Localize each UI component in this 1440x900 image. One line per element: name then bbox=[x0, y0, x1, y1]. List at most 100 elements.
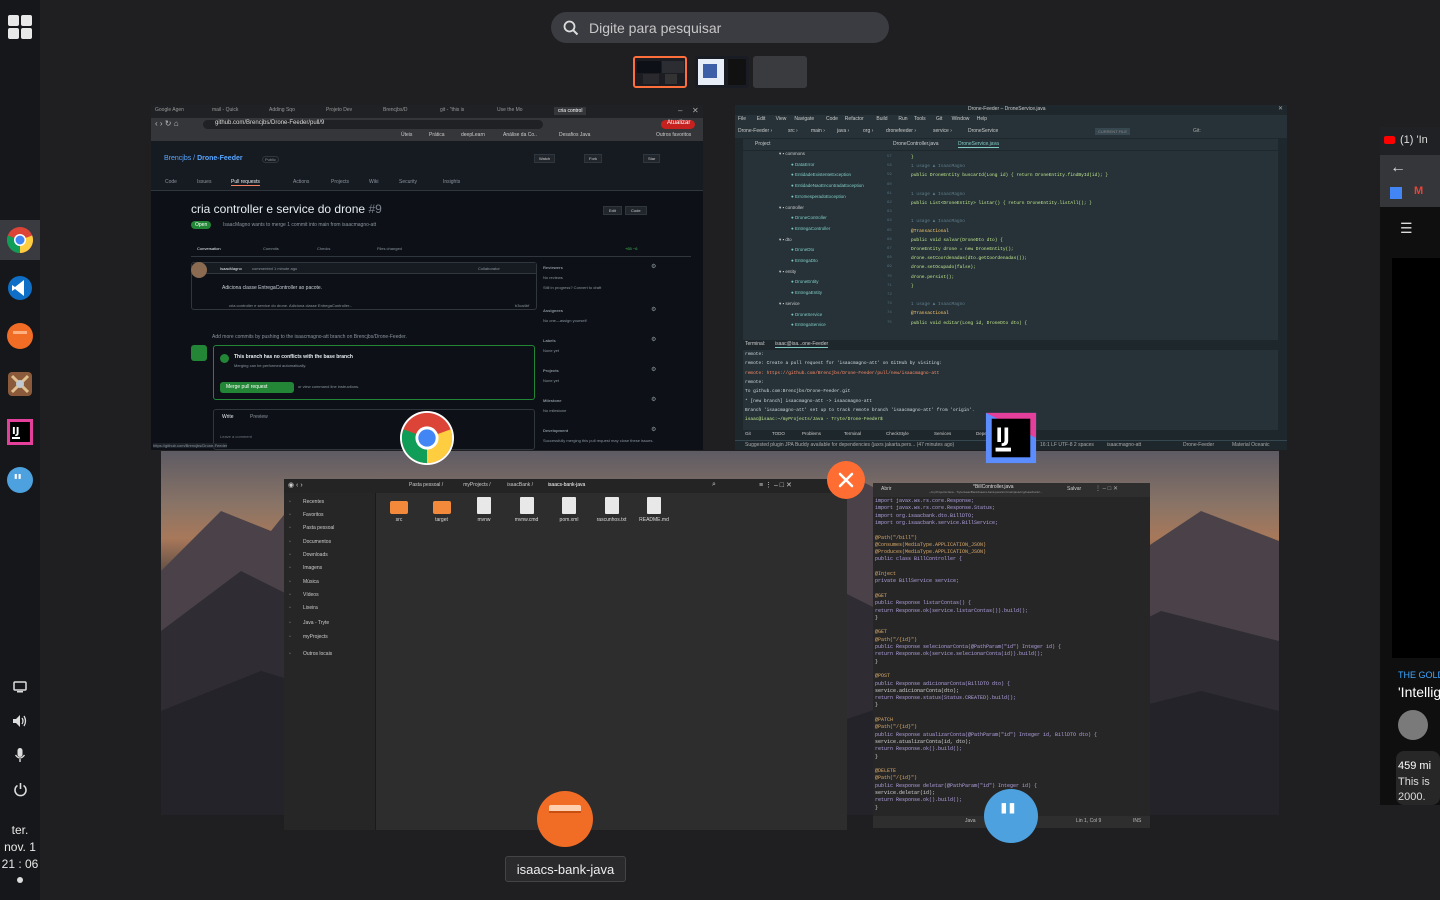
tree-folder[interactable]: ▾ ▪ service bbox=[779, 301, 800, 307]
sidebar-item[interactable]: Música bbox=[303, 579, 319, 585]
tree-file[interactable]: ● DroneDto bbox=[791, 247, 814, 252]
menu-item[interactable]: Window bbox=[952, 116, 970, 122]
sidebar-item[interactable]: myProjects bbox=[303, 634, 328, 640]
text-editor-window[interactable]: Abrir *BillController.java ~/myProjects/… bbox=[873, 483, 1150, 828]
repo-tab[interactable]: Insights bbox=[443, 179, 460, 185]
bookmark-item[interactable]: Outros favoritos bbox=[656, 132, 691, 138]
repo-tab[interactable]: Code bbox=[165, 179, 177, 185]
tree-file[interactable]: ● ErroInesperadoException bbox=[791, 194, 846, 199]
sidebar-extra[interactable]: Still in progress? Convert to draft bbox=[543, 285, 601, 290]
avatar[interactable] bbox=[191, 262, 207, 278]
status-project[interactable]: Drone-Feeder bbox=[1183, 442, 1214, 448]
menu-item[interactable]: Build bbox=[876, 116, 887, 122]
pr-tab[interactable]: Commits bbox=[263, 246, 279, 251]
pr-edit-button[interactable]: Edit bbox=[603, 206, 622, 215]
path-segment[interactable]: isaacBank / bbox=[507, 482, 533, 488]
pr-code-button[interactable]: Code bbox=[625, 206, 647, 215]
tree-file[interactable]: ● EntregaDto bbox=[791, 258, 818, 263]
bookmark-item[interactable]: deepLearn bbox=[461, 132, 485, 138]
gear-icon[interactable]: ⚙ bbox=[651, 426, 656, 433]
menu-item[interactable]: Code bbox=[826, 116, 838, 122]
git-label[interactable]: Git: bbox=[1193, 128, 1201, 134]
sidebar-item[interactable]: Outros locais bbox=[303, 651, 332, 657]
file-name[interactable]: target bbox=[427, 517, 457, 523]
merge-hint[interactable]: or view command line instructions. bbox=[298, 384, 359, 389]
youtube-window[interactable]: (1) 'In ← M ☰ THE GOLD 'Intellig 459 mi … bbox=[1380, 127, 1440, 805]
video-player[interactable] bbox=[1392, 258, 1440, 658]
menu-icon[interactable]: ⋮ – □ ✕ bbox=[1095, 485, 1118, 492]
status-message[interactable]: Suggested plugin JPA Buddy available for… bbox=[745, 442, 954, 448]
sidebar-heading[interactable]: Projects bbox=[543, 368, 559, 373]
sidebar-item[interactable]: Lixeira bbox=[303, 605, 318, 611]
avatar[interactable] bbox=[1398, 710, 1428, 740]
workspace-thumb-3[interactable] bbox=[753, 56, 807, 88]
chrome-icon[interactable] bbox=[0, 220, 40, 260]
status-theme[interactable]: Material Oceanic bbox=[1232, 442, 1270, 448]
menu-item[interactable]: Navigate bbox=[794, 116, 814, 122]
browser-tab[interactable]: Google Agen bbox=[155, 107, 184, 113]
language-selector[interactable]: Java bbox=[965, 818, 976, 824]
breadcrumb-item[interactable]: main › bbox=[811, 128, 825, 134]
bookmark-item[interactable]: Prática bbox=[429, 132, 445, 138]
tool-window-tab[interactable]: Git bbox=[745, 431, 751, 436]
intellij-window[interactable]: Drone-Feeder – DroneService.java ✕ File E… bbox=[735, 105, 1287, 450]
commit-message[interactable]: cria controller e service do drone. Adic… bbox=[229, 303, 352, 308]
search-icon[interactable]: ⌕ bbox=[712, 481, 716, 489]
gear-icon[interactable]: ⚙ bbox=[651, 306, 656, 313]
pr-tab[interactable]: Files changed bbox=[377, 246, 402, 251]
tree-file[interactable]: ● DroneController bbox=[791, 215, 827, 220]
menu-item[interactable]: Run bbox=[898, 116, 907, 122]
tool-icon[interactable] bbox=[0, 364, 40, 404]
file-icon[interactable] bbox=[647, 497, 661, 514]
chrome-window[interactable]: Google Agen mail - Quick Adding Sqo Projeto… bbox=[151, 105, 703, 450]
sidebar-item[interactable]: Imagens bbox=[303, 565, 322, 571]
editor-tab-active[interactable]: DroneService.java bbox=[958, 141, 999, 148]
update-button[interactable]: Atualizar bbox=[661, 120, 695, 129]
tool-window-tab[interactable]: Terminal bbox=[844, 431, 861, 436]
repo-path[interactable]: Brencjbs / Drone-Feeder bbox=[164, 155, 243, 162]
terminal-tab[interactable]: isaac@isa...one-Feeder bbox=[775, 341, 829, 348]
save-button[interactable]: Salvar bbox=[1067, 486, 1081, 492]
browser-tab[interactable]: Brencjbs/D bbox=[383, 107, 407, 113]
file-icon[interactable] bbox=[477, 497, 491, 514]
pr-tab[interactable]: Checks bbox=[317, 246, 330, 251]
repo-tab[interactable]: Projects bbox=[331, 179, 349, 185]
tree-file[interactable]: ● DataError bbox=[791, 162, 814, 167]
tree-folder[interactable]: ▾ ▪ entity bbox=[779, 269, 796, 275]
tree-folder[interactable]: ▾ ▪ commons bbox=[779, 151, 805, 157]
quotes-icon[interactable]: " bbox=[0, 460, 40, 500]
breadcrumb-item[interactable]: Drone-Feeder › bbox=[738, 128, 772, 134]
nav-arrows-icon[interactable]: ‹ › ↻ ⌂ bbox=[155, 119, 179, 128]
app-grid-icon[interactable] bbox=[0, 7, 40, 47]
file-icon[interactable] bbox=[604, 497, 619, 514]
menu-item[interactable]: Git bbox=[936, 116, 942, 122]
tree-folder[interactable]: ▾ ▪ dto bbox=[779, 237, 792, 243]
view-options-icon[interactable]: ≡ ⋮ – □ ✕ bbox=[759, 481, 792, 489]
calendar-icon[interactable] bbox=[1390, 187, 1402, 199]
comment-input[interactable]: Leave a comment bbox=[220, 434, 252, 439]
sidebar-heading[interactable]: Development bbox=[543, 428, 568, 433]
close-icon[interactable]: ✕ bbox=[692, 106, 699, 115]
folder-icon[interactable] bbox=[432, 501, 451, 514]
power-icon[interactable] bbox=[0, 769, 40, 809]
breadcrumb-item[interactable]: DroneService bbox=[968, 128, 998, 134]
menu-item[interactable]: View bbox=[776, 116, 787, 122]
file-name[interactable]: mvnw bbox=[469, 517, 499, 523]
minimize-icon[interactable]: – bbox=[678, 106, 682, 115]
repo-tab[interactable]: Issues bbox=[197, 179, 211, 185]
watch-button[interactable]: Watch bbox=[534, 154, 556, 163]
folder-icon[interactable] bbox=[390, 501, 408, 514]
repo-tab[interactable]: Wiki bbox=[369, 179, 378, 185]
tree-file[interactable]: ● DroneService bbox=[791, 312, 822, 317]
menu-item[interactable]: Edit bbox=[757, 116, 766, 122]
sidebar-item[interactable]: Java - Tryte bbox=[303, 620, 329, 626]
repo-tab[interactable]: Actions bbox=[293, 179, 309, 185]
path-bar[interactable]: Pasta pessoal / myProjects / isaacBank / is… bbox=[409, 481, 699, 491]
breadcrumb-item[interactable]: dronefeeder › bbox=[886, 128, 916, 134]
fork-button[interactable]: Fork bbox=[584, 154, 602, 163]
gmail-icon[interactable]: M bbox=[1414, 185, 1423, 197]
sidebar-heading[interactable]: Assignees bbox=[543, 308, 563, 313]
status-branch[interactable]: isaacmagno-att bbox=[1107, 442, 1141, 448]
sidebar-heading[interactable]: Labels bbox=[543, 338, 556, 343]
browser-tab[interactable]: Use the Mo bbox=[497, 107, 523, 113]
